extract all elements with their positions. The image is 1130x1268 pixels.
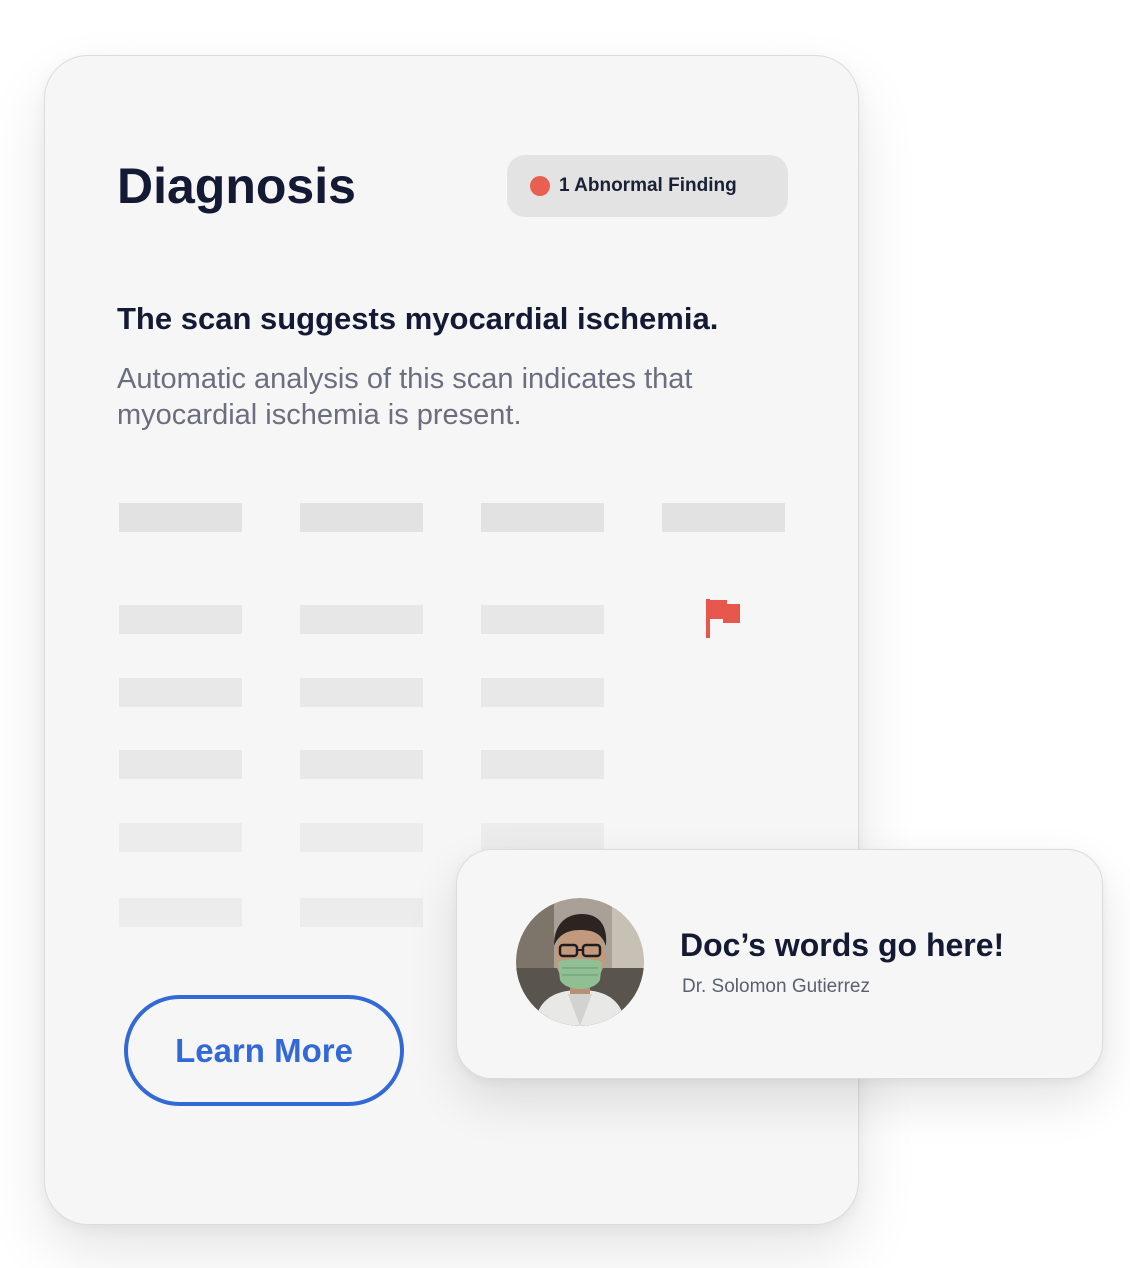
doctor-avatar xyxy=(516,898,644,1026)
table-cell-placeholder xyxy=(300,605,423,634)
table-cell-placeholder xyxy=(300,678,423,707)
table-cell-placeholder xyxy=(481,750,604,779)
table-cell-placeholder xyxy=(119,750,242,779)
card-title: Diagnosis xyxy=(117,158,356,214)
status-dot-icon xyxy=(530,176,550,196)
diagnosis-description: Automatic analysis of this scan indicate… xyxy=(117,363,693,431)
table-cell-placeholder xyxy=(481,823,604,852)
table-header-placeholder xyxy=(481,503,604,532)
table-cell-placeholder xyxy=(481,605,604,634)
table-cell-placeholder xyxy=(119,823,242,852)
doctor-quote-card: Doc’s words go here! Dr. Solomon Gutierr… xyxy=(456,849,1103,1079)
table-cell-placeholder xyxy=(119,898,242,927)
table-cell-placeholder xyxy=(119,605,242,634)
diagnosis-headline: The scan suggests myocardial ischemia. xyxy=(117,301,719,336)
table-cell-placeholder xyxy=(300,750,423,779)
table-cell-placeholder xyxy=(300,823,423,852)
badge-label: 1 Abnormal Finding xyxy=(559,175,737,196)
table-cell-placeholder xyxy=(481,678,604,707)
doctor-name: Dr. Solomon Gutierrez xyxy=(682,976,870,997)
table-cell-placeholder xyxy=(119,678,242,707)
table-cell-placeholder xyxy=(300,898,423,927)
table-header-placeholder xyxy=(300,503,423,532)
learn-more-button[interactable]: Learn More xyxy=(124,995,404,1106)
doctor-quote-text: Doc’s words go here! xyxy=(680,927,1005,963)
table-header-placeholder xyxy=(119,503,242,532)
table-header-placeholder xyxy=(662,503,785,532)
page: Diagnosis 1 Abnormal Finding The scan su… xyxy=(0,0,1130,1268)
abnormal-finding-badge: 1 Abnormal Finding xyxy=(507,155,788,217)
flag-icon xyxy=(706,599,740,638)
